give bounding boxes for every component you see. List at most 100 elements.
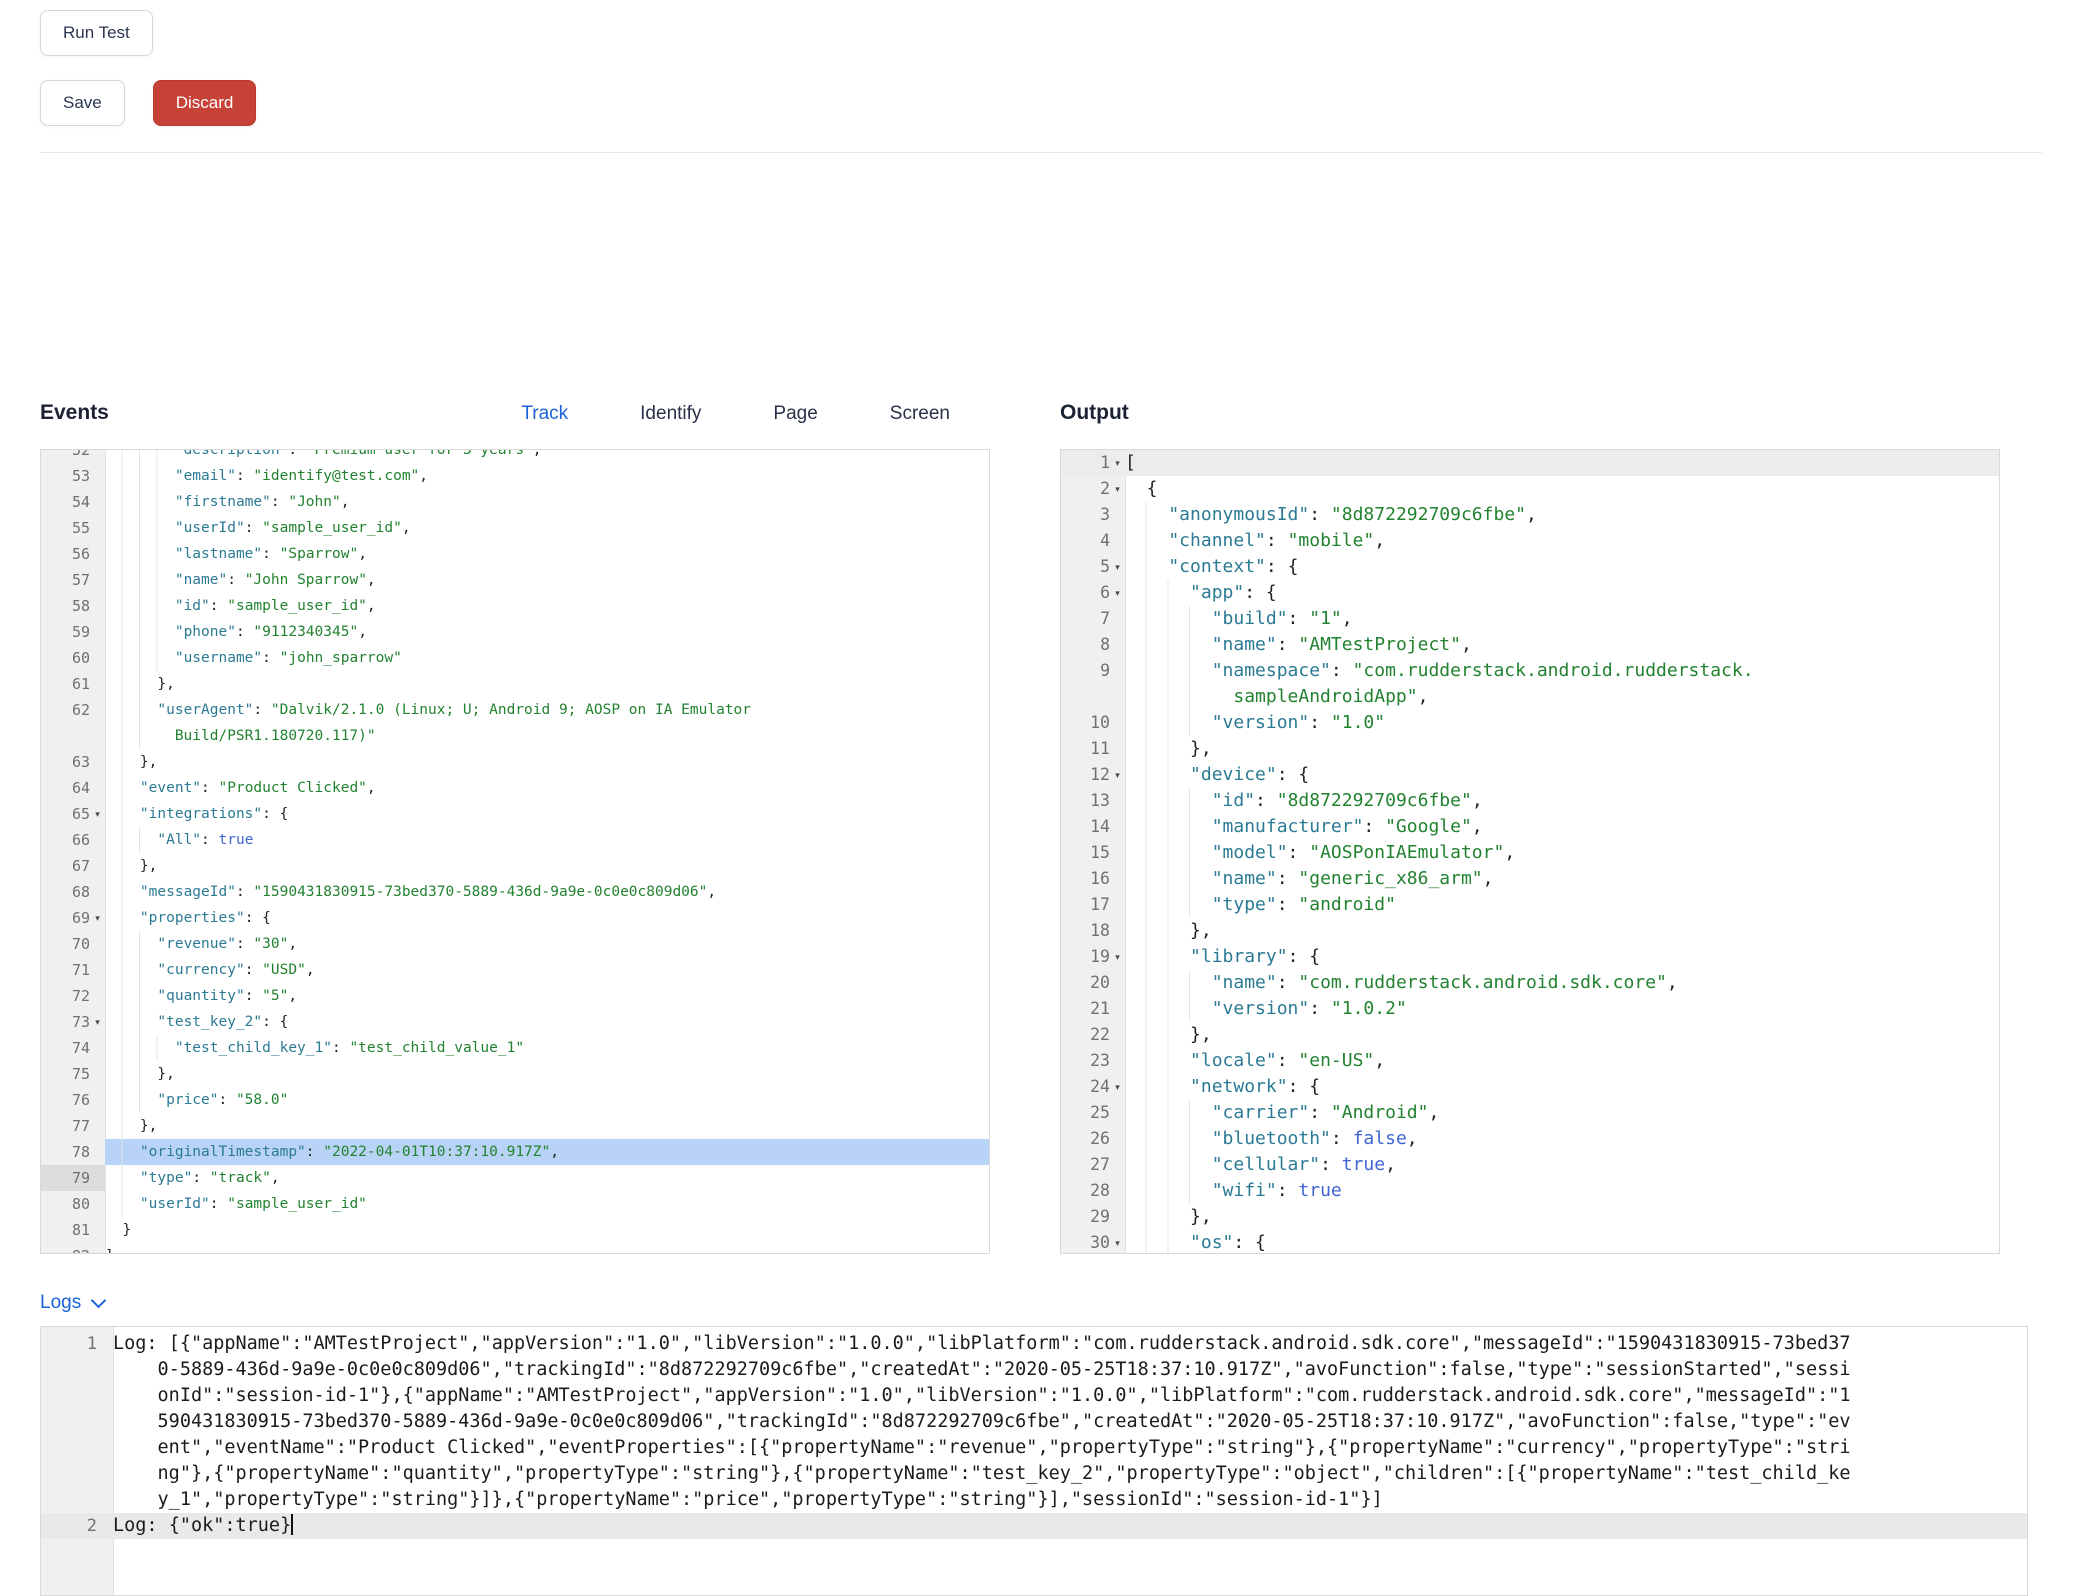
fold-toggle-icon[interactable]: ▾	[1110, 762, 1125, 788]
code-line[interactable]: 74"test_child_key_1": "test_child_value_…	[41, 1035, 989, 1061]
log-line[interactable]: 1Log: [{"appName":"AMTestProject","appVe…	[41, 1331, 2027, 1513]
fold-toggle-icon[interactable]: ▾	[1110, 580, 1125, 606]
code-line[interactable]: 14"manufacturer": "Google",	[1061, 814, 1999, 840]
code-line[interactable]: 30▾"os": {	[1061, 1230, 1999, 1254]
code-line[interactable]: 20"name": "com.rudderstack.android.sdk.c…	[1061, 970, 1999, 996]
tab-screen[interactable]: Screen	[890, 403, 950, 425]
line-number: 17	[1090, 892, 1110, 918]
output-header: Output	[1060, 401, 2000, 435]
code-line[interactable]: 9"namespace": "com.rudderstack.android.r…	[1061, 658, 1999, 710]
events-header: Events TrackIdentifyPageScreen	[40, 401, 990, 435]
code-line[interactable]: 71"currency": "USD",	[41, 957, 989, 983]
line-number: 20	[1090, 970, 1110, 996]
code-line[interactable]: 72"quantity": "5",	[41, 983, 989, 1009]
code-line[interactable]: 76"price": "58.0"	[41, 1087, 989, 1113]
code-line[interactable]: 17"type": "android"	[1061, 892, 1999, 918]
code-line[interactable]: 77},	[41, 1113, 989, 1139]
code-line[interactable]: 5▾"context": {	[1061, 554, 1999, 580]
code-line[interactable]: 28"wifi": true	[1061, 1178, 1999, 1204]
line-number: 27	[1090, 1152, 1110, 1178]
code-line[interactable]: 22},	[1061, 1022, 1999, 1048]
code-line[interactable]: 21"version": "1.0.2"	[1061, 996, 1999, 1022]
events-code-editor[interactable]: 52"description": "Premium user for 3 yea…	[40, 449, 990, 1254]
fold-toggle-icon[interactable]: ▾	[90, 1009, 105, 1035]
code-line[interactable]: 78"originalTimestamp": "2022-04-01T10:37…	[41, 1139, 989, 1165]
code-line[interactable]: 61},	[41, 671, 989, 697]
code-line[interactable]: 57"name": "John Sparrow",	[41, 567, 989, 593]
code-line[interactable]: 54"firstname": "John",	[41, 489, 989, 515]
line-number: 7	[1100, 606, 1110, 632]
code-line[interactable]: 59"phone": "9112340345",	[41, 619, 989, 645]
code-line[interactable]: 16"name": "generic_x86_arm",	[1061, 866, 1999, 892]
code-line[interactable]: 1▾[	[1061, 450, 1999, 476]
code-line[interactable]: 7"build": "1",	[1061, 606, 1999, 632]
code-line[interactable]: 10"version": "1.0"	[1061, 710, 1999, 736]
code-line[interactable]: 11},	[1061, 736, 1999, 762]
code-line[interactable]: 15"model": "AOSPonIAEmulator",	[1061, 840, 1999, 866]
tab-identify[interactable]: Identify	[640, 403, 701, 425]
logs-editor[interactable]: 1Log: [{"appName":"AMTestProject","appVe…	[40, 1326, 2028, 1596]
fold-toggle-icon[interactable]: ▾	[1110, 944, 1125, 970]
code-line[interactable]: 80"userId": "sample_user_id"	[41, 1191, 989, 1217]
code-line[interactable]: 56"lastname": "Sparrow",	[41, 541, 989, 567]
fold-toggle-icon[interactable]: ▾	[90, 801, 105, 827]
code-line[interactable]: 60"username": "john_sparrow"	[41, 645, 989, 671]
code-line[interactable]: 58"id": "sample_user_id",	[41, 593, 989, 619]
code-line[interactable]: 27"cellular": true,	[1061, 1152, 1999, 1178]
discard-button[interactable]: Discard	[153, 80, 257, 126]
code-line[interactable]: 67},	[41, 853, 989, 879]
fold-toggle-icon[interactable]: ▾	[1110, 1230, 1125, 1254]
code-line[interactable]: 55"userId": "sample_user_id",	[41, 515, 989, 541]
line-number: 1	[41, 1331, 113, 1513]
fold-toggle-icon[interactable]: ▾	[90, 905, 105, 931]
chevron-down-icon	[91, 1292, 107, 1308]
log-line[interactable]: 2Log: {"ok":true}	[41, 1513, 2027, 1539]
code-line[interactable]: 2▾{	[1061, 476, 1999, 502]
code-line[interactable]: 52"description": "Premium user for 3 yea…	[41, 449, 989, 463]
code-line[interactable]: 4"channel": "mobile",	[1061, 528, 1999, 554]
code-line[interactable]: 25"carrier": "Android",	[1061, 1100, 1999, 1126]
code-line[interactable]: 65▾"integrations": {	[41, 801, 989, 827]
line-number: 6	[1100, 580, 1110, 606]
fold-toggle-icon[interactable]: ▾	[1110, 476, 1125, 502]
fold-toggle-icon[interactable]: ▾	[1110, 554, 1125, 580]
tab-track[interactable]: Track	[521, 403, 568, 425]
line-number: 3	[1100, 502, 1110, 528]
code-line[interactable]: 81}	[41, 1217, 989, 1243]
code-line[interactable]: 18},	[1061, 918, 1999, 944]
code-line[interactable]: 19▾"library": {	[1061, 944, 1999, 970]
code-line[interactable]: 12▾"device": {	[1061, 762, 1999, 788]
line-number: 25	[1090, 1100, 1110, 1126]
fold-toggle-icon[interactable]: ▾	[1110, 1074, 1125, 1100]
code-line[interactable]: 3"anonymousId": "8d872292709c6fbe",	[1061, 502, 1999, 528]
code-line[interactable]: 62"userAgent": "Dalvik/2.1.0 (Linux; U; …	[41, 697, 989, 749]
code-line[interactable]: 8"name": "AMTestProject",	[1061, 632, 1999, 658]
code-line[interactable]: 68"messageId": "1590431830915-73bed370-5…	[41, 879, 989, 905]
line-number: 76	[72, 1087, 90, 1113]
code-line[interactable]: 66"All": true	[41, 827, 989, 853]
output-code-editor[interactable]: 1▾[2▾{3"anonymousId": "8d872292709c6fbe"…	[1060, 449, 2000, 1254]
code-line[interactable]: 26"bluetooth": false,	[1061, 1126, 1999, 1152]
code-line[interactable]: 69▾"properties": {	[41, 905, 989, 931]
code-line[interactable]: 64"event": "Product Clicked",	[41, 775, 989, 801]
run-test-button[interactable]: Run Test	[40, 10, 153, 56]
code-line[interactable]: 13"id": "8d872292709c6fbe",	[1061, 788, 1999, 814]
output-title: Output	[1060, 401, 1129, 425]
code-line[interactable]: 75},	[41, 1061, 989, 1087]
line-number: 59	[72, 619, 90, 645]
code-line[interactable]: 23"locale": "en-US",	[1061, 1048, 1999, 1074]
code-line[interactable]: 6▾"app": {	[1061, 580, 1999, 606]
tab-page[interactable]: Page	[773, 403, 817, 425]
code-line[interactable]: 79"type": "track",	[41, 1165, 989, 1191]
code-line[interactable]: 70"revenue": "30",	[41, 931, 989, 957]
code-line[interactable]: 82]	[41, 1243, 989, 1254]
fold-toggle-icon[interactable]: ▾	[1110, 450, 1125, 476]
code-line[interactable]: 73▾"test_key_2": {	[41, 1009, 989, 1035]
line-number: 66	[72, 827, 90, 853]
code-line[interactable]: 24▾"network": {	[1061, 1074, 1999, 1100]
code-line[interactable]: 53"email": "identify@test.com",	[41, 463, 989, 489]
save-button[interactable]: Save	[40, 80, 125, 126]
logs-toggle[interactable]: Logs	[40, 1292, 160, 1314]
code-line[interactable]: 29},	[1061, 1204, 1999, 1230]
code-line[interactable]: 63},	[41, 749, 989, 775]
